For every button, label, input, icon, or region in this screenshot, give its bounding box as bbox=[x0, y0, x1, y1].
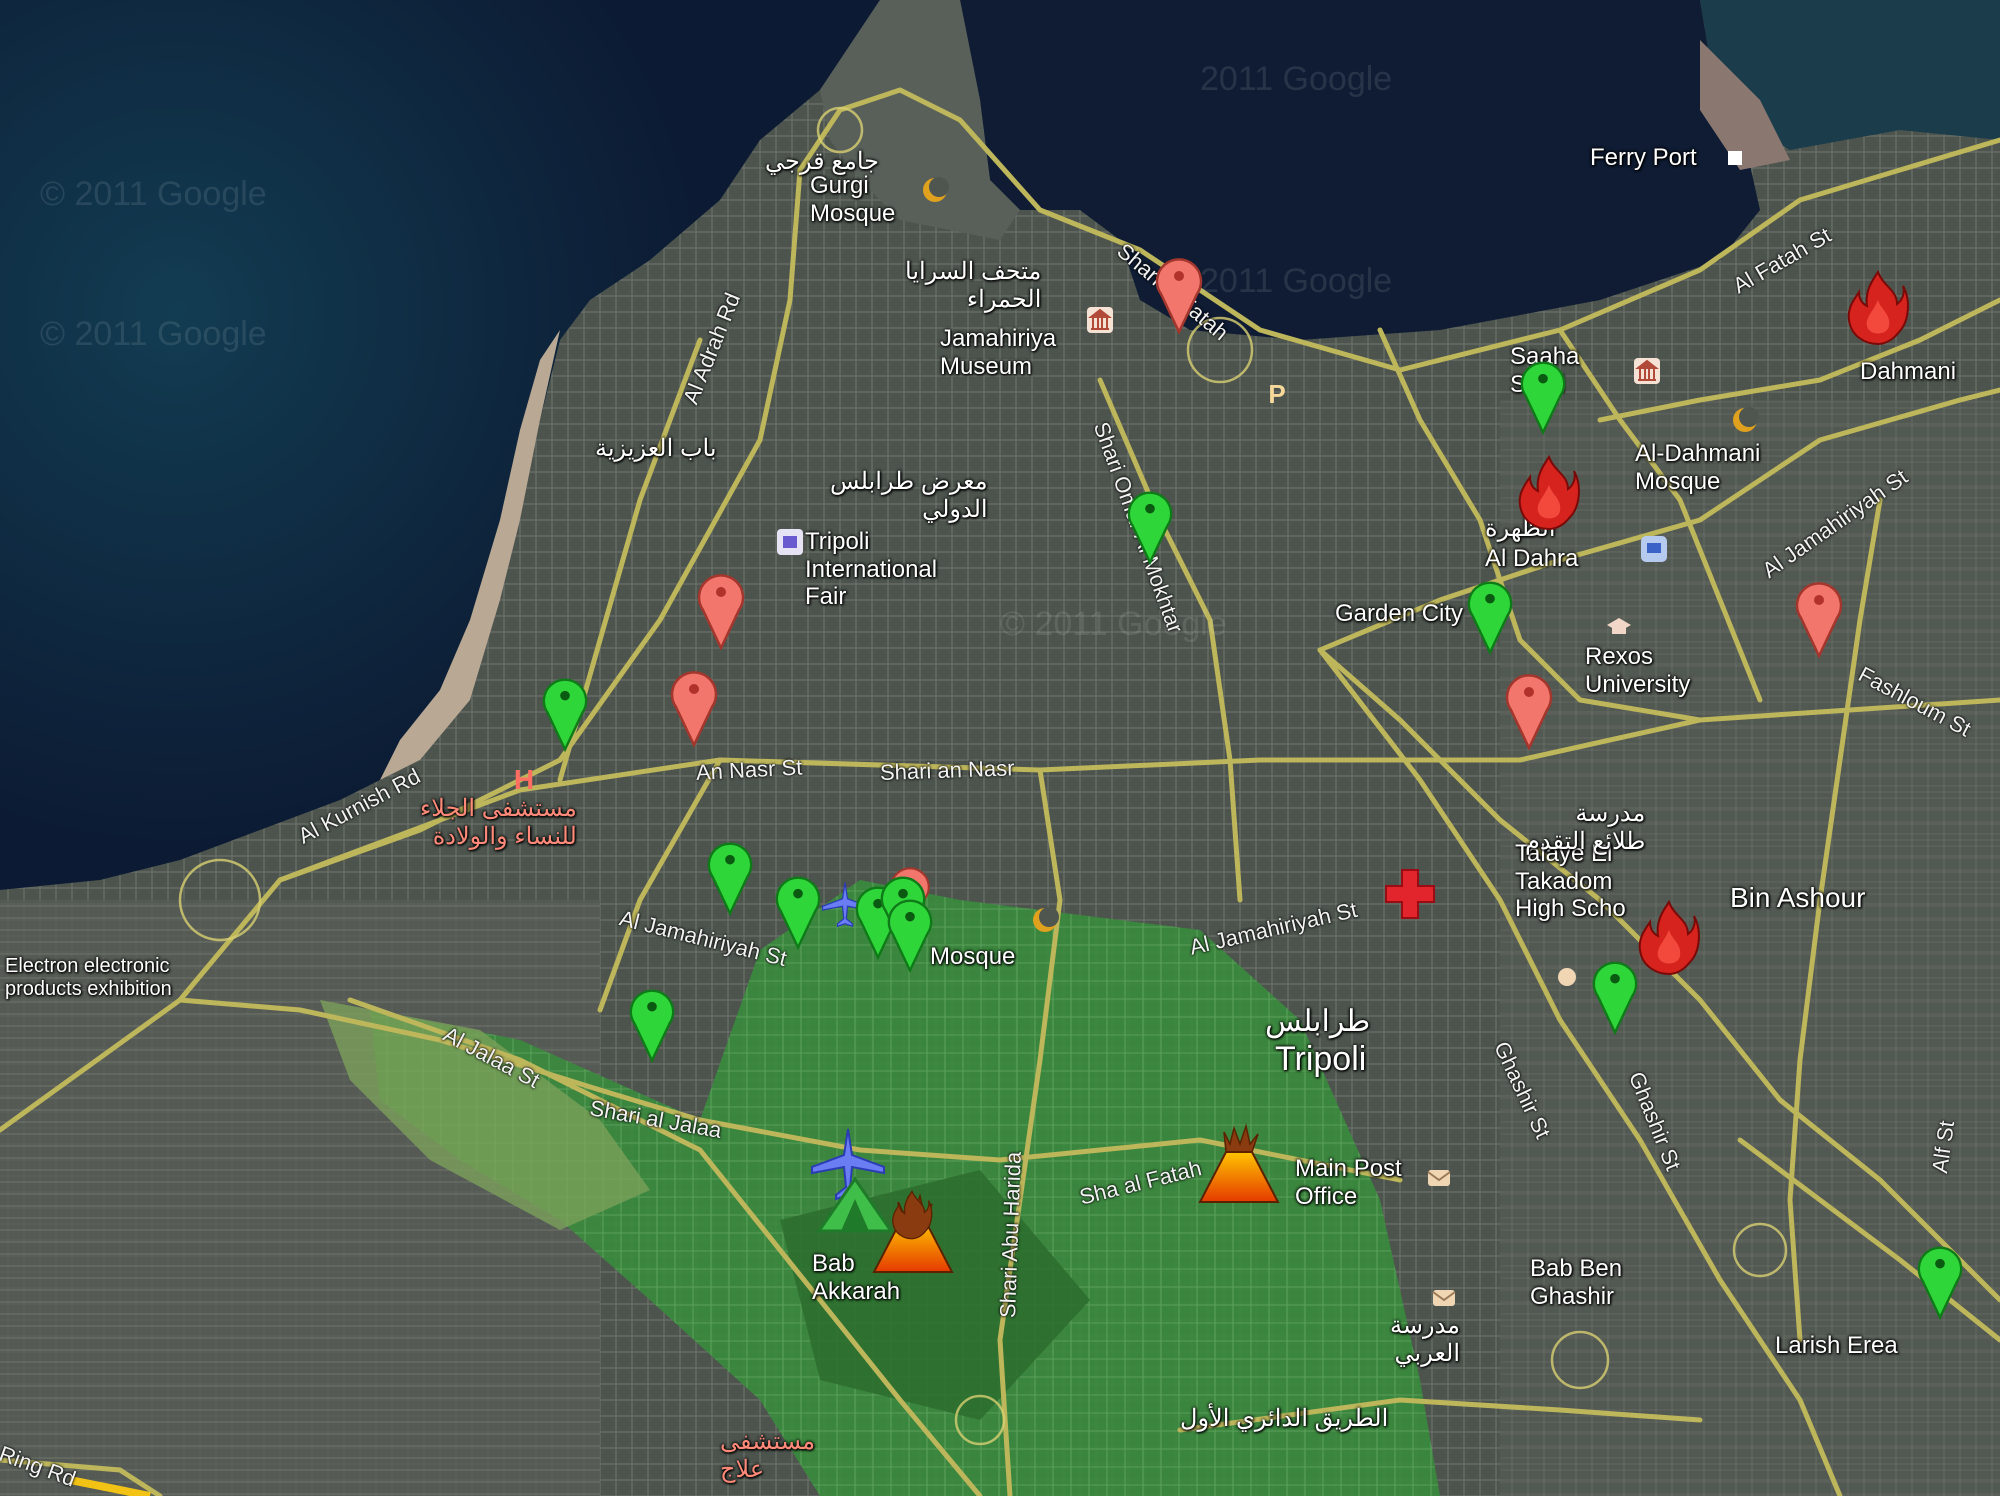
place-label: Electron electronic products exhibition bbox=[5, 955, 172, 1000]
satellite-map[interactable]: © 2011 Google © 2011 Google © 2011 Googl… bbox=[0, 0, 2000, 1496]
place-label: Larish Erea bbox=[1775, 1332, 1898, 1359]
mosque-icon bbox=[1733, 407, 1759, 432]
exhibition-icon bbox=[777, 529, 803, 555]
red-pin-marker[interactable] bbox=[695, 568, 747, 650]
green-pin-marker[interactable] bbox=[1518, 355, 1568, 435]
map-watermark: © 2011 Google bbox=[40, 315, 267, 353]
fire-marker[interactable] bbox=[1845, 270, 1911, 346]
green-pin-marker[interactable] bbox=[773, 870, 823, 950]
volcano-marker[interactable] bbox=[1196, 1122, 1282, 1206]
place-label: معرض طرابلس الدولي bbox=[830, 468, 988, 523]
green-pin-marker[interactable] bbox=[705, 836, 755, 916]
place-label: الطريق الدائري الأول bbox=[1180, 1405, 1389, 1432]
svg-text:P: P bbox=[1268, 379, 1285, 408]
place-label: مدرسة العربي bbox=[1390, 1312, 1461, 1367]
place-label: Bab Ben Ghashir bbox=[1530, 1255, 1623, 1310]
place-label: طرابلس bbox=[1265, 1005, 1371, 1038]
green-pin-marker[interactable] bbox=[1465, 575, 1515, 655]
parking-icon: P bbox=[1268, 379, 1285, 408]
map-watermark: 2011 Google bbox=[1200, 60, 1393, 98]
red-pin-marker[interactable] bbox=[668, 665, 720, 747]
school-icon bbox=[1558, 968, 1576, 986]
mosque-icon bbox=[1033, 907, 1059, 932]
place-label: جامع قرجي bbox=[765, 148, 879, 175]
place-label: Dahmani bbox=[1860, 358, 1957, 385]
place-label: Al-Dahmani Mosque bbox=[1635, 440, 1761, 495]
place-label: Tripoli bbox=[1275, 1040, 1367, 1078]
place-label: Ferry Port bbox=[1590, 144, 1697, 171]
fire-marker[interactable] bbox=[1636, 900, 1702, 976]
place-label: Gurgi Mosque bbox=[810, 172, 896, 227]
svg-text:H: H bbox=[514, 764, 534, 794]
map-watermark: 2011 Google bbox=[1200, 262, 1393, 300]
place-label: Rexos University bbox=[1585, 643, 1691, 698]
red-pin-marker[interactable] bbox=[1503, 668, 1555, 750]
place-label: مستشفى الجلاء للنساء والولادة bbox=[420, 795, 577, 850]
museum-icon bbox=[1634, 358, 1660, 384]
post-office-icon bbox=[1432, 1290, 1456, 1306]
fire-marker[interactable] bbox=[890, 1190, 934, 1240]
red-pin-marker[interactable] bbox=[1793, 576, 1845, 658]
place-label: Al Dahra bbox=[1485, 545, 1579, 572]
street-label: Shari an Nasr bbox=[879, 755, 1015, 785]
place-label: Garden City bbox=[1335, 600, 1464, 627]
green-pin-marker[interactable] bbox=[885, 893, 935, 973]
place-label: Tripoli International Fair bbox=[805, 528, 938, 611]
red-pin-marker[interactable] bbox=[1153, 252, 1205, 334]
green-pin-marker[interactable] bbox=[627, 983, 677, 1063]
mosque-icon bbox=[923, 177, 949, 202]
hospital-icon: H bbox=[514, 764, 534, 794]
map-watermark: © 2011 Google bbox=[1000, 605, 1227, 643]
map-watermark: © 2011 Google bbox=[40, 175, 267, 213]
place-label: Main Post Office bbox=[1295, 1155, 1402, 1210]
fire-marker[interactable] bbox=[1516, 455, 1582, 531]
place-label: باب العزيزية bbox=[595, 435, 717, 462]
place-label: Jamahiriya Museum bbox=[940, 325, 1057, 380]
ferry-icon bbox=[1728, 151, 1742, 165]
university-icon bbox=[1607, 618, 1631, 634]
green-pin-marker[interactable] bbox=[1125, 485, 1175, 565]
place-label: متحف السرايا الحمراء bbox=[905, 258, 1042, 313]
green-pin-marker[interactable] bbox=[1590, 955, 1640, 1035]
post-office-icon bbox=[1427, 1170, 1451, 1186]
place-label: مدرسة طلائع التقدم bbox=[1525, 800, 1646, 855]
place-label: مستشفى علاج bbox=[720, 1428, 816, 1483]
street-label: An Nasr St bbox=[695, 754, 803, 785]
museum-icon bbox=[1087, 307, 1113, 333]
place-label: Bin Ashour bbox=[1730, 882, 1866, 913]
place-label: Mosque bbox=[930, 943, 1016, 970]
green-pin-marker[interactable] bbox=[540, 672, 590, 752]
green-pin-marker[interactable] bbox=[1915, 1240, 1965, 1320]
red-cross-marker[interactable] bbox=[1382, 866, 1438, 922]
bus-icon bbox=[1641, 536, 1667, 562]
